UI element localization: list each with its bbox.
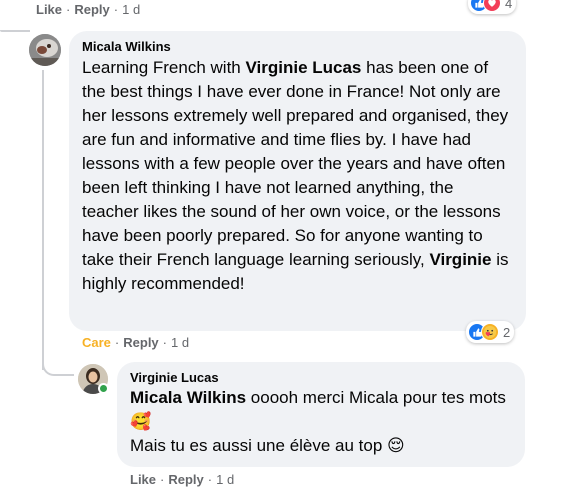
comment-reactions-summary[interactable]: 2 [466,321,515,343]
timestamp[interactable]: 1 d [216,472,234,487]
comment-text-segment: has been one of the best things I have e… [82,58,509,269]
comment-text-segment: Learning French with [82,58,246,77]
reply-button[interactable]: Reply [123,335,158,350]
thread-line [42,70,44,370]
mention-link[interactable]: Micala Wilkins [130,388,246,407]
reply-button[interactable]: Reply [168,472,203,487]
reply-author[interactable]: Virginie Lucas [130,370,512,385]
reaction-count: 2 [503,324,511,340]
reply-actions: Like · Reply · 1 d [130,472,235,487]
reaction-count: 4 [505,0,513,11]
care-button[interactable]: Care [82,335,111,350]
online-status-indicator [98,383,109,394]
comment-text: Learning French with Virginie Lucas has … [82,56,513,296]
mention-text[interactable]: Virginie [429,250,491,269]
avatar-photo-icon [29,34,61,66]
avatar[interactable] [29,34,61,66]
thread-line-curve [42,352,74,376]
top-comment-actions: Like · Reply · 1 d [36,2,141,17]
comment-author[interactable]: Micala Wilkins [82,39,513,54]
reply-text: Micala Wilkins ooooh merci Micala pour t… [130,388,506,455]
timestamp[interactable]: 1 d [171,335,189,350]
like-button[interactable]: Like [36,2,62,17]
love-icon [483,0,501,12]
top-reactions-summary[interactable]: 4 [468,0,517,14]
comment-actions: Care · Reply · 1 d [82,335,190,350]
reply-button[interactable]: Reply [74,2,109,17]
care-icon [481,323,499,341]
comment-bubble: Micala Wilkins Learning French with Virg… [69,31,526,331]
smiling-face-with-hearts-emoji: 🥰 [130,412,152,431]
relieved-face-emoji: 😌 [387,436,405,455]
timestamp[interactable]: 1 d [122,2,140,17]
mention-text[interactable]: Virginie Lucas [245,58,361,77]
thread-line [0,30,30,32]
reply-bubble: Virginie Lucas Micala Wilkins ooooh merc… [117,362,525,467]
like-button[interactable]: Like [130,472,156,487]
